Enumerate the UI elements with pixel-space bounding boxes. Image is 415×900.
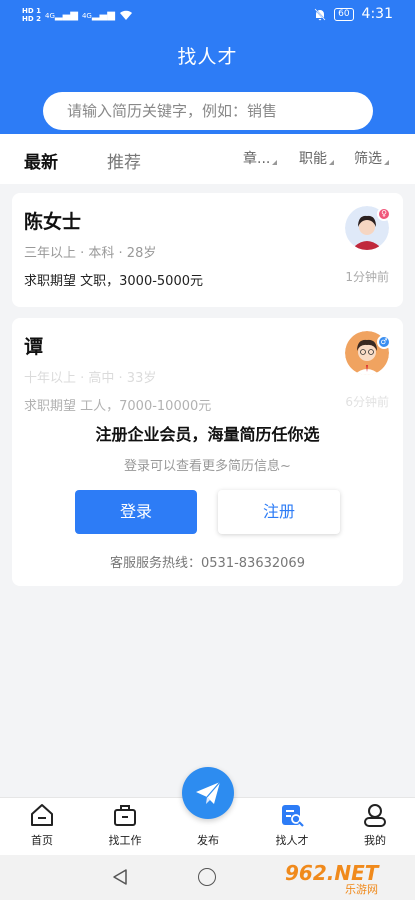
home-circle-icon[interactable]: [198, 868, 216, 886]
dropdown-triangle-icon: [329, 160, 334, 165]
status-bar: HD 1 HD 2 4G▂▄▆ 4G▂▄▆ 60 4:31: [0, 0, 415, 32]
hotline-text: 客服服务热线：0531-83632069: [110, 556, 305, 571]
female-gender-icon: ♀: [377, 207, 391, 221]
home-icon: [31, 804, 53, 826]
candidate-meta: 十年以上 · 高中 · 33岁: [24, 371, 157, 386]
nav-jobs-label: 找工作: [108, 834, 142, 847]
status-right: 60 4:31: [314, 6, 393, 22]
search-input[interactable]: 请输入简历关键字，例如：销售: [43, 92, 373, 130]
status-left: HD 1 HD 2 4G▂▄▆ 4G▂▄▆: [22, 7, 133, 23]
nav-mine-label: 我的: [364, 834, 386, 847]
talent-search-icon: [282, 805, 304, 827]
battery-icon: 60: [334, 7, 354, 21]
briefcase-icon: [114, 805, 136, 826]
clock: 4:31: [361, 6, 393, 22]
watermark-logo: 962.NET 乐游网: [285, 861, 409, 896]
nav-mine[interactable]: 我的: [345, 802, 405, 848]
watermark-small: 乐游网: [345, 883, 378, 896]
resume-card[interactable]: 谭 十年以上 · 高中 · 33岁 求职期望 工人，7000-10000元 6分…: [12, 318, 403, 586]
member-prompt-subtitle: 登录可以查看更多简历信息~: [124, 459, 291, 474]
nav-talent[interactable]: 找人才: [262, 802, 322, 848]
resume-card[interactable]: 陈女士 三年以上 · 本科 · 28岁 求职期望 文职，3000-5000元 1…: [12, 193, 403, 307]
filter-screen-label: 筛选: [354, 151, 382, 167]
dropdown-triangle-icon: [384, 160, 389, 165]
mute-bell-icon: [314, 7, 326, 21]
signal-icon-1: 4G▂▄▆: [44, 9, 78, 21]
wifi-icon: [119, 10, 132, 20]
page-title: 找人才: [177, 46, 238, 68]
filter-region[interactable]: 章...: [243, 148, 278, 168]
nav-jobs[interactable]: 找工作: [95, 802, 155, 848]
paper-plane-icon: [196, 781, 221, 804]
publish-button[interactable]: [182, 767, 234, 819]
signal-icon-2: 4G▂▄▆: [81, 9, 115, 21]
system-nav-bar: 962.NET 乐游网: [0, 855, 415, 900]
candidate-expectation: 求职期望 工人，7000-10000元: [24, 399, 212, 414]
candidate-name: 谭: [24, 336, 44, 358]
sim-labels: HD 1 HD 2: [22, 7, 41, 23]
login-button[interactable]: 登录: [75, 490, 197, 534]
post-time: 6分钟前: [345, 395, 389, 409]
nav-publish-label: 发布: [197, 834, 219, 847]
filter-screen[interactable]: 筛选: [354, 148, 389, 168]
post-time: 1分钟前: [345, 270, 389, 284]
register-button[interactable]: 注册: [218, 490, 340, 534]
filter-region-label: 章...: [243, 151, 271, 167]
back-triangle-icon[interactable]: [112, 868, 128, 886]
sim-hd2: HD 2: [22, 15, 41, 23]
tab-latest[interactable]: 最新: [24, 148, 58, 173]
candidate-name: 陈女士: [24, 211, 82, 233]
user-icon: [364, 804, 386, 827]
filter-function[interactable]: 职能: [299, 148, 334, 168]
tab-recommend[interactable]: 推荐: [107, 148, 141, 173]
nav-home-label: 首页: [31, 834, 53, 847]
header: HD 1 HD 2 4G▂▄▆ 4G▂▄▆ 60 4:31 找人才 请输入简历关…: [0, 0, 415, 134]
candidate-meta: 三年以上 · 本科 · 28岁: [24, 246, 157, 261]
sim-hd1: HD 1: [22, 7, 41, 15]
tab-bar: 最新 推荐 章... 职能 筛选: [0, 134, 415, 184]
male-gender-icon: ♂: [377, 335, 391, 349]
net-type-1: 4G: [44, 11, 55, 20]
net-type-2: 4G: [81, 11, 92, 20]
filter-function-label: 职能: [299, 151, 327, 167]
nav-talent-label: 找人才: [275, 834, 309, 847]
dropdown-triangle-icon: [272, 160, 278, 165]
nav-home[interactable]: 首页: [12, 802, 72, 848]
member-prompt-title: 注册企业会员，海量简历任你选: [95, 425, 320, 444]
candidate-expectation: 求职期望 文职，3000-5000元: [24, 274, 203, 289]
